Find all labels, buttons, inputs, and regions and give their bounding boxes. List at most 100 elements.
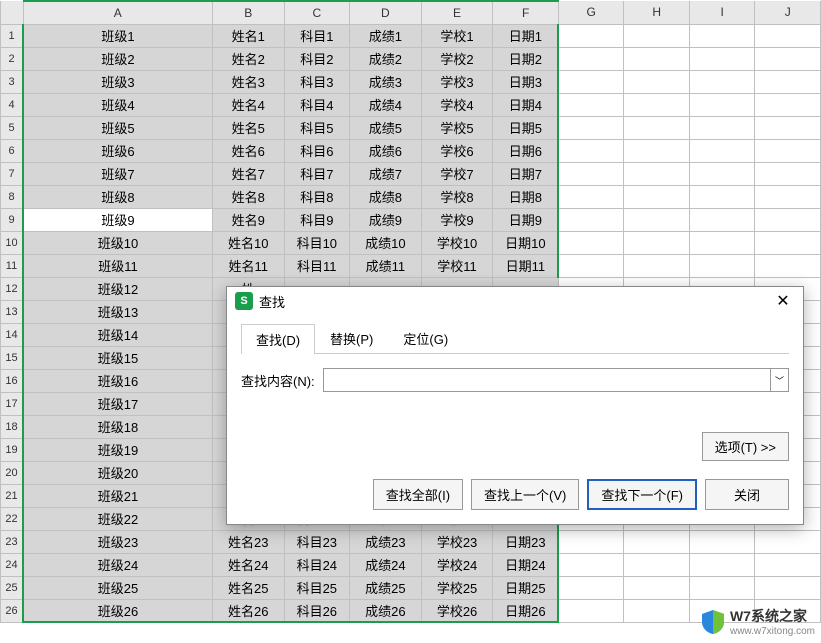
cell[interactable]: 班级22	[23, 507, 212, 530]
cell[interactable]: 成绩5	[350, 116, 422, 139]
cell[interactable]	[558, 208, 624, 231]
find-input[interactable]	[323, 368, 771, 392]
cell[interactable]	[558, 599, 624, 622]
find-next-button[interactable]: 查找下一个(F)	[587, 479, 697, 510]
cell[interactable]: 班级26	[23, 599, 212, 622]
row-header-13[interactable]: 13	[1, 300, 24, 323]
cell[interactable]: 班级19	[23, 438, 212, 461]
cell[interactable]: 成绩26	[350, 599, 422, 622]
row-header-12[interactable]: 12	[1, 277, 24, 300]
row-header-11[interactable]: 11	[1, 254, 24, 277]
close-icon[interactable]: ✕	[771, 291, 795, 311]
cell[interactable]: 成绩9	[350, 208, 422, 231]
cell[interactable]: 日期7	[493, 162, 559, 185]
row-header-7[interactable]: 7	[1, 162, 24, 185]
cell[interactable]: 科目26	[284, 599, 350, 622]
row-header-10[interactable]: 10	[1, 231, 24, 254]
cell[interactable]: 日期25	[493, 576, 559, 599]
cell[interactable]	[689, 24, 755, 47]
cell[interactable]: 姓名2	[212, 47, 284, 70]
cell[interactable]	[689, 208, 755, 231]
cell[interactable]	[624, 24, 690, 47]
cell[interactable]: 成绩1	[350, 24, 422, 47]
cell[interactable]: 学校1	[421, 24, 493, 47]
tab-replace[interactable]: 替换(P)	[315, 323, 388, 353]
cell[interactable]	[558, 70, 624, 93]
cell[interactable]: 成绩11	[350, 254, 422, 277]
cell[interactable]: 科目8	[284, 185, 350, 208]
cell[interactable]: 班级21	[23, 484, 212, 507]
row-header-17[interactable]: 17	[1, 392, 24, 415]
chevron-down-icon[interactable]: ﹀	[771, 368, 789, 392]
cell[interactable]: 班级15	[23, 346, 212, 369]
row-header-9[interactable]: 9	[1, 208, 24, 231]
cell[interactable]: 学校6	[421, 139, 493, 162]
cell[interactable]	[558, 93, 624, 116]
cell[interactable]: 成绩3	[350, 70, 422, 93]
cell[interactable]: 日期10	[493, 231, 559, 254]
cell[interactable]: 日期3	[493, 70, 559, 93]
cell[interactable]: 学校11	[421, 254, 493, 277]
cell[interactable]: 班级4	[23, 93, 212, 116]
cell[interactable]	[755, 208, 821, 231]
cell[interactable]: 班级3	[23, 70, 212, 93]
cell[interactable]: 日期8	[493, 185, 559, 208]
row-header-22[interactable]: 22	[1, 507, 24, 530]
row-header-6[interactable]: 6	[1, 139, 24, 162]
cell[interactable]	[624, 185, 690, 208]
row-header-20[interactable]: 20	[1, 461, 24, 484]
cell[interactable]	[755, 93, 821, 116]
column-header-D[interactable]: D	[350, 1, 422, 24]
cell[interactable]: 姓名3	[212, 70, 284, 93]
cell[interactable]: 成绩23	[350, 530, 422, 553]
cell[interactable]: 科目5	[284, 116, 350, 139]
cell[interactable]: 日期6	[493, 139, 559, 162]
column-header-E[interactable]: E	[421, 1, 493, 24]
cell[interactable]: 姓名11	[212, 254, 284, 277]
cell[interactable]: 科目11	[284, 254, 350, 277]
cell[interactable]	[755, 70, 821, 93]
cell[interactable]	[755, 530, 821, 553]
cell[interactable]: 学校7	[421, 162, 493, 185]
row-header-3[interactable]: 3	[1, 70, 24, 93]
cell[interactable]	[558, 139, 624, 162]
cell[interactable]: 班级1	[23, 24, 212, 47]
row-header-16[interactable]: 16	[1, 369, 24, 392]
cell[interactable]: 成绩6	[350, 139, 422, 162]
row-header-19[interactable]: 19	[1, 438, 24, 461]
cell[interactable]	[755, 162, 821, 185]
cell[interactable]: 姓名23	[212, 530, 284, 553]
cell[interactable]: 班级12	[23, 277, 212, 300]
cell[interactable]: 姓名24	[212, 553, 284, 576]
cell[interactable]	[624, 139, 690, 162]
cell[interactable]: 姓名8	[212, 185, 284, 208]
cell[interactable]	[624, 116, 690, 139]
cell[interactable]: 成绩10	[350, 231, 422, 254]
column-header-B[interactable]: B	[212, 1, 284, 24]
row-header-26[interactable]: 26	[1, 599, 24, 622]
cell[interactable]	[689, 116, 755, 139]
cell[interactable]: 班级16	[23, 369, 212, 392]
cell[interactable]	[558, 24, 624, 47]
cell[interactable]: 成绩24	[350, 553, 422, 576]
cell[interactable]: 班级25	[23, 576, 212, 599]
cell[interactable]	[755, 185, 821, 208]
row-header-24[interactable]: 24	[1, 553, 24, 576]
row-header-8[interactable]: 8	[1, 185, 24, 208]
cell[interactable]: 姓名25	[212, 576, 284, 599]
cell[interactable]: 成绩7	[350, 162, 422, 185]
row-header-14[interactable]: 14	[1, 323, 24, 346]
cell[interactable]: 班级11	[23, 254, 212, 277]
cell[interactable]	[755, 231, 821, 254]
row-header-5[interactable]: 5	[1, 116, 24, 139]
cell[interactable]: 姓名6	[212, 139, 284, 162]
cell[interactable]	[624, 208, 690, 231]
cell[interactable]: 学校5	[421, 116, 493, 139]
cell[interactable]: 学校26	[421, 599, 493, 622]
cell[interactable]: 班级7	[23, 162, 212, 185]
cell[interactable]	[624, 70, 690, 93]
cell[interactable]	[689, 254, 755, 277]
cell[interactable]	[624, 47, 690, 70]
cell[interactable]	[689, 231, 755, 254]
cell[interactable]: 学校9	[421, 208, 493, 231]
